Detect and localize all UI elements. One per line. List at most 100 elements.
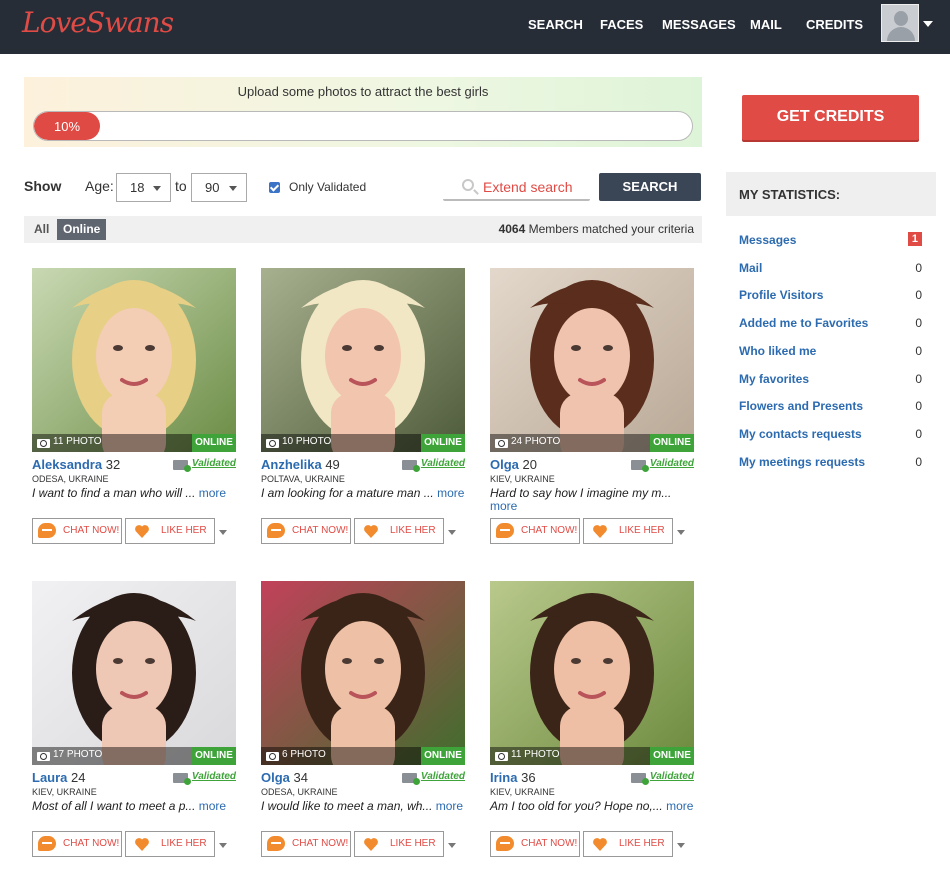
age-to-select[interactable]: 90 bbox=[191, 173, 247, 202]
validated-link[interactable]: Validated bbox=[650, 771, 694, 782]
member-name[interactable]: Anzhelika bbox=[261, 457, 322, 472]
user-avatar[interactable] bbox=[881, 4, 919, 42]
statistics-link[interactable]: Flowers and Presents bbox=[739, 399, 863, 413]
site-logo[interactable]: LoveSwans bbox=[22, 6, 174, 39]
description-text: I want to find a man who will ... bbox=[32, 486, 196, 500]
photo-count: 24 PHOTO bbox=[511, 436, 561, 447]
avatar-head bbox=[894, 11, 908, 26]
online-badge: ONLINE bbox=[192, 434, 236, 452]
member-name-age: Anzhelika 49 bbox=[261, 457, 340, 472]
search-button[interactable]: SEARCH bbox=[599, 173, 701, 201]
only-validated-label[interactable]: Only Validated bbox=[289, 180, 366, 194]
get-credits-button[interactable]: GET CREDITS bbox=[742, 95, 919, 140]
member-name[interactable]: Olga bbox=[490, 457, 519, 472]
more-link[interactable]: more bbox=[490, 499, 517, 513]
member-photo[interactable]: 10 PHOTO ONLINE bbox=[261, 268, 465, 452]
like-her-button[interactable]: LIKE HER bbox=[583, 518, 673, 544]
age-from-select[interactable]: 18 bbox=[116, 173, 171, 202]
validated-link[interactable]: Validated bbox=[421, 458, 465, 469]
member-name-age: Irina 36 bbox=[490, 770, 536, 785]
more-link[interactable]: more bbox=[199, 486, 226, 500]
chat-now-label: CHAT NOW! bbox=[292, 525, 349, 536]
id-card-icon bbox=[631, 773, 649, 785]
extend-search-button[interactable]: Extend search bbox=[443, 172, 590, 201]
member-card: 6 PHOTO ONLINE Olga 34 Validated ODESA, … bbox=[261, 581, 465, 871]
chat-now-button[interactable]: CHAT NOW! bbox=[32, 518, 122, 544]
more-link[interactable]: more bbox=[437, 486, 464, 500]
statistics-row: Added me to Favorites 0 bbox=[739, 316, 922, 334]
member-photo[interactable]: 11 PHOTO ONLINE bbox=[32, 268, 236, 452]
age-label: Age: bbox=[85, 178, 114, 194]
statistics-link[interactable]: Messages bbox=[739, 233, 796, 247]
chat-bubble-icon bbox=[38, 836, 56, 851]
statistics-count: 0 bbox=[915, 288, 922, 303]
statistics-link[interactable]: My meetings requests bbox=[739, 455, 865, 469]
statistics-link[interactable]: Profile Visitors bbox=[739, 288, 823, 302]
more-actions-caret-icon[interactable] bbox=[677, 843, 685, 848]
photo-count: 11 PHOTO bbox=[511, 749, 560, 760]
more-link[interactable]: more bbox=[199, 799, 226, 813]
chat-now-button[interactable]: CHAT NOW! bbox=[490, 518, 580, 544]
more-actions-caret-icon[interactable] bbox=[677, 530, 685, 535]
member-description: I want to find a man who will ... more bbox=[32, 487, 236, 500]
upload-photos-banner: Upload some photos to attract the best g… bbox=[24, 77, 702, 147]
more-actions-caret-icon[interactable] bbox=[448, 530, 456, 535]
chat-now-label: CHAT NOW! bbox=[292, 838, 349, 849]
statistics-link[interactable]: Mail bbox=[739, 261, 762, 275]
age-from-value: 18 bbox=[130, 180, 145, 195]
more-link[interactable]: more bbox=[436, 799, 463, 813]
member-name[interactable]: Irina bbox=[490, 770, 517, 785]
member-age: 36 bbox=[521, 770, 536, 785]
statistics-count: 0 bbox=[915, 454, 922, 469]
chevron-down-icon bbox=[153, 186, 161, 191]
validated-link[interactable]: Validated bbox=[192, 771, 236, 782]
member-name[interactable]: Olga bbox=[261, 770, 290, 785]
nav-faces[interactable]: FACES bbox=[600, 17, 643, 32]
statistics-link[interactable]: My favorites bbox=[739, 372, 809, 386]
statistics-link[interactable]: My contacts requests bbox=[739, 427, 862, 441]
like-her-button[interactable]: LIKE HER bbox=[354, 518, 444, 544]
validated-link[interactable]: Validated bbox=[650, 458, 694, 469]
statistics-link[interactable]: Added me to Favorites bbox=[739, 316, 868, 330]
statistics-count: 0 bbox=[915, 399, 922, 414]
member-name[interactable]: Laura bbox=[32, 770, 67, 785]
chat-now-button[interactable]: CHAT NOW! bbox=[32, 831, 122, 857]
account-menu-caret-icon[interactable] bbox=[923, 21, 933, 27]
like-her-button[interactable]: LIKE HER bbox=[125, 831, 215, 857]
statistics-row: My contacts requests 0 bbox=[739, 427, 922, 445]
more-actions-caret-icon[interactable] bbox=[448, 843, 456, 848]
more-actions-caret-icon[interactable] bbox=[219, 843, 227, 848]
heart-icon bbox=[364, 525, 378, 538]
member-age: 34 bbox=[293, 770, 308, 785]
member-photo[interactable]: 24 PHOTO ONLINE bbox=[490, 268, 694, 452]
like-her-button[interactable]: LIKE HER bbox=[583, 831, 673, 857]
statistics-link[interactable]: Who liked me bbox=[739, 344, 816, 358]
validated-link[interactable]: Validated bbox=[421, 771, 465, 782]
member-card: 11 PHOTO ONLINE Aleksandra 32 Validated … bbox=[32, 268, 236, 558]
only-validated-checkbox[interactable] bbox=[269, 182, 280, 193]
member-name[interactable]: Aleksandra bbox=[32, 457, 102, 472]
upload-photos-text: Upload some photos to attract the best g… bbox=[237, 84, 489, 99]
member-photo[interactable]: 6 PHOTO ONLINE bbox=[261, 581, 465, 765]
chat-now-button[interactable]: CHAT NOW! bbox=[261, 831, 351, 857]
nav-messages[interactable]: MESSAGES bbox=[662, 17, 736, 32]
nav-credits[interactable]: CREDITS bbox=[806, 17, 863, 32]
nav-search[interactable]: SEARCH bbox=[528, 17, 583, 32]
like-her-label: LIKE HER bbox=[390, 838, 436, 849]
more-link[interactable]: more bbox=[666, 799, 693, 813]
description-text: Hard to say how I imagine my m... bbox=[490, 486, 672, 500]
like-her-button[interactable]: LIKE HER bbox=[354, 831, 444, 857]
tab-all[interactable]: All bbox=[34, 222, 49, 236]
member-photo[interactable]: 11 PHOTO ONLINE bbox=[490, 581, 694, 765]
chat-bubble-icon bbox=[267, 836, 285, 851]
member-photo[interactable]: 17 PHOTO ONLINE bbox=[32, 581, 236, 765]
chat-now-button[interactable]: CHAT NOW! bbox=[261, 518, 351, 544]
tab-online[interactable]: Online bbox=[57, 219, 107, 240]
member-name-age: Olga 34 bbox=[261, 770, 308, 785]
validated-link[interactable]: Validated bbox=[192, 458, 236, 469]
more-actions-caret-icon[interactable] bbox=[219, 530, 227, 535]
like-her-button[interactable]: LIKE HER bbox=[125, 518, 215, 544]
nav-mail[interactable]: MAIL bbox=[750, 17, 782, 32]
statistics-row: Flowers and Presents 0 bbox=[739, 399, 922, 417]
chat-now-button[interactable]: CHAT NOW! bbox=[490, 831, 580, 857]
